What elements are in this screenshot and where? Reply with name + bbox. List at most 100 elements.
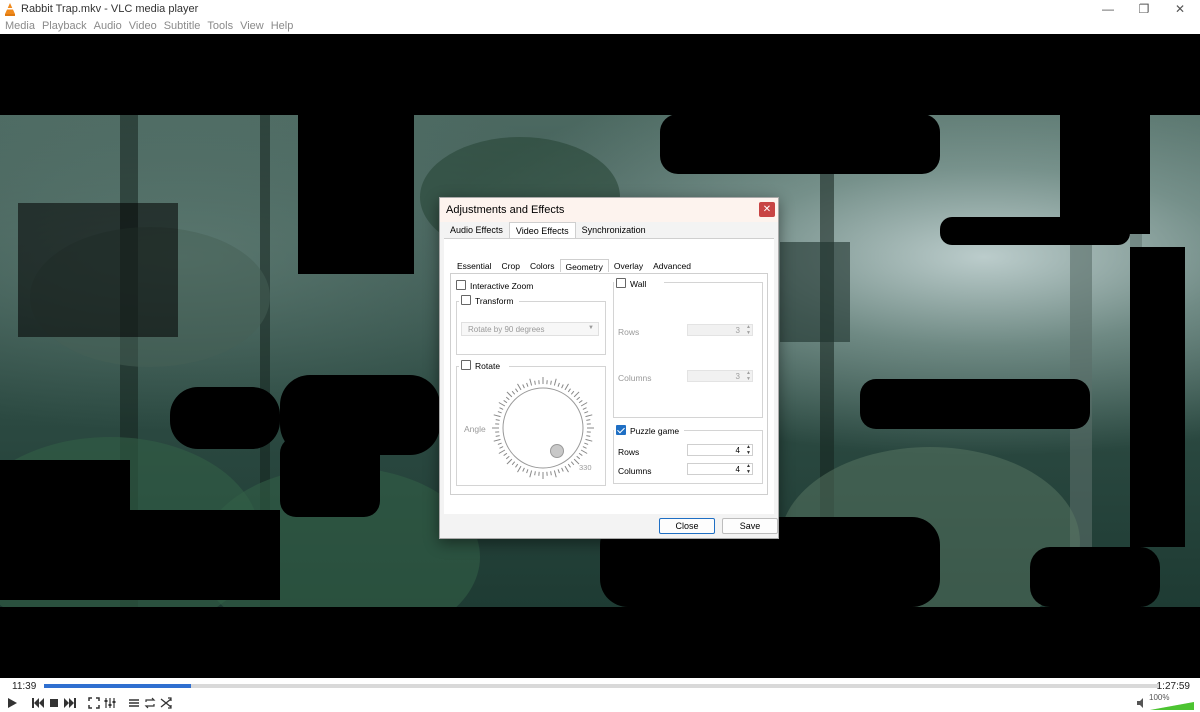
control-bar: 100%	[0, 693, 1200, 712]
subtab-essential[interactable]: Essential	[452, 259, 497, 272]
spin-arrows-icon: ▲ ▼	[746, 463, 751, 475]
angle-value: 330	[579, 463, 592, 472]
puzzle-rows-spinbox[interactable]: 4 ▲ ▼	[687, 444, 753, 456]
dial-tick	[561, 467, 564, 472]
play-button[interactable]	[4, 695, 20, 711]
puzzle-columns-value: 4	[735, 465, 740, 474]
subtab-advanced[interactable]: Advanced	[648, 259, 696, 272]
interactive-zoom-label: Interactive Zoom	[470, 281, 534, 291]
menu-help[interactable]: Help	[271, 20, 294, 32]
stop-button[interactable]	[46, 695, 62, 711]
spin-arrows-icon: ▲ ▼	[746, 444, 751, 456]
puzzle-rows-label: Rows	[618, 447, 640, 457]
previous-button[interactable]	[30, 695, 46, 711]
puzzle-label: Puzzle game	[630, 426, 680, 436]
play-icon	[8, 698, 17, 708]
rotate-label: Rotate	[475, 361, 501, 371]
dial-tick	[505, 455, 510, 460]
dial-tick	[564, 465, 569, 473]
transform-checkbox[interactable]	[461, 295, 471, 305]
tab-audio-effects[interactable]: Audio Effects	[444, 222, 509, 237]
subtab-colors[interactable]: Colors	[525, 259, 560, 272]
wall-columns-label: Columns	[618, 373, 652, 383]
close-button[interactable]: Close	[659, 518, 715, 534]
next-icon	[64, 698, 76, 708]
spin-arrows-icon: ▲ ▼	[746, 324, 751, 336]
tab-synchronization[interactable]: Synchronization	[576, 222, 652, 237]
seek-bar[interactable]	[44, 684, 1160, 688]
dial-tick	[550, 380, 552, 385]
dial-tick	[534, 380, 536, 385]
puzzle-checkbox[interactable]	[616, 425, 626, 435]
speaker-icon	[1137, 698, 1143, 708]
puzzle-rows-value: 4	[735, 446, 740, 455]
dialog-footer: Close Save	[440, 514, 778, 538]
puzzle-columns-spinbox[interactable]: 4 ▲ ▼	[687, 463, 753, 475]
angle-label: Angle	[464, 424, 486, 434]
previous-icon	[32, 698, 44, 708]
geometry-pane: Interactive Zoom Transform Rotate by 90 …	[450, 273, 768, 495]
dial-tick	[499, 446, 504, 449]
menu-view[interactable]: View	[240, 20, 264, 32]
dial-tick	[529, 378, 533, 386]
menu-audio[interactable]: Audio	[94, 20, 122, 32]
subtab-crop[interactable]: Crop	[497, 259, 525, 272]
dial-tick	[584, 442, 589, 445]
tab-video-effects[interactable]: Video Effects	[508, 222, 576, 238]
menu-media[interactable]: Media	[5, 20, 35, 32]
interactive-zoom-checkbox[interactable]	[456, 280, 466, 290]
menu-subtitle[interactable]: Subtitle	[164, 20, 201, 32]
dial-tick	[585, 414, 593, 418]
subtab-geometry[interactable]: Geometry	[559, 259, 609, 272]
maximize-button[interactable]: ❐	[1126, 0, 1162, 18]
dial-tick	[570, 390, 575, 395]
save-button[interactable]: Save	[722, 518, 778, 534]
wall-group	[613, 282, 763, 418]
dial-tick	[561, 384, 564, 389]
dial-tick	[498, 402, 506, 407]
loop-button[interactable]	[142, 695, 158, 711]
minimize-button[interactable]: —	[1090, 0, 1126, 18]
dial-tick	[557, 469, 560, 474]
dial-tick	[511, 461, 516, 466]
transform-select-value: Rotate by 90 degrees	[468, 325, 545, 334]
wall-rows-spinbox[interactable]: 3 ▲ ▼	[687, 324, 753, 336]
angle-dial-knob[interactable]	[550, 444, 564, 458]
menu-bar: Media Playback Audio Video Subtitle Tool…	[0, 18, 1200, 34]
dialog-title: Adjustments and Effects	[446, 204, 565, 216]
menu-playback[interactable]: Playback	[42, 20, 87, 32]
dial-tick	[580, 449, 588, 454]
dial-tick	[550, 471, 552, 476]
dial-tick	[495, 419, 500, 421]
extended-settings-icon	[104, 698, 116, 708]
puzzle-columns-label: Columns	[618, 466, 652, 476]
seek-progress	[44, 684, 192, 688]
playlist-button[interactable]	[126, 695, 142, 711]
shuffle-icon	[160, 697, 172, 709]
menu-video[interactable]: Video	[129, 20, 157, 32]
next-button[interactable]	[62, 695, 78, 711]
dialog-close-button[interactable]: ✕	[759, 202, 775, 217]
dial-tick	[567, 388, 571, 393]
wall-columns-value: 3	[735, 372, 740, 381]
extended-settings-button[interactable]	[102, 695, 118, 711]
transform-select[interactable]: Rotate by 90 degrees ▼	[461, 322, 599, 336]
close-window-button[interactable]: ✕	[1162, 0, 1198, 18]
spin-arrows-icon: ▲ ▼	[746, 370, 751, 382]
total-time: 1:27:59	[1156, 681, 1190, 692]
dial-tick	[567, 463, 571, 468]
dial-tick	[517, 383, 522, 391]
dial-tick	[573, 391, 580, 398]
subtab-overlay[interactable]: Overlay	[609, 259, 648, 272]
volume-slider[interactable]	[1150, 702, 1194, 710]
wall-columns-spinbox[interactable]: 3 ▲ ▼	[687, 370, 753, 382]
wall-checkbox[interactable]	[616, 278, 626, 288]
fullscreen-button[interactable]	[86, 695, 102, 711]
random-button[interactable]	[158, 695, 174, 711]
rotate-checkbox[interactable]	[461, 360, 471, 370]
mute-button[interactable]	[1134, 695, 1150, 711]
dial-tick	[497, 411, 502, 414]
dial-tick	[582, 446, 587, 449]
menu-tools[interactable]: Tools	[207, 20, 233, 32]
dial-tick	[582, 407, 587, 410]
